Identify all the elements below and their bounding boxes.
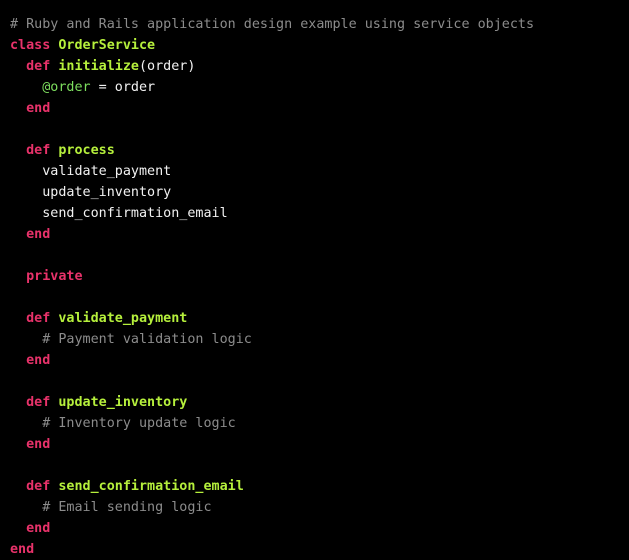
code-keyword: end	[26, 227, 51, 242]
code-line: def send_confirmation_email	[10, 476, 534, 497]
code-keyword: end	[26, 521, 51, 536]
code-identifier: process	[58, 143, 115, 158]
code-keyword: end	[10, 542, 35, 557]
code-keyword: private	[26, 269, 83, 284]
code-line: end	[10, 350, 534, 371]
code-line: # Inventory update logic	[10, 413, 534, 434]
code-text: = order	[90, 80, 156, 95]
code-comment: # Ruby and Rails application design exam…	[10, 17, 535, 32]
code-identifier: validate_payment	[58, 311, 188, 326]
code-line: end	[10, 98, 534, 119]
code-block: # Ruby and Rails application design exam…	[10, 14, 534, 560]
code-text: update_inventory	[10, 185, 172, 200]
code-comment: # Payment validation logic	[42, 332, 252, 347]
code-comment: # Email sending logic	[42, 500, 212, 515]
code-line: update_inventory	[10, 182, 534, 203]
code-keyword: end	[26, 101, 51, 116]
code-line: end	[10, 224, 534, 245]
code-keyword: def	[26, 395, 51, 410]
code-line: def process	[10, 140, 534, 161]
code-line: send_confirmation_email	[10, 203, 534, 224]
code-line: # Ruby and Rails application design exam…	[10, 14, 534, 35]
code-identifier: OrderService	[58, 38, 156, 53]
code-text: (order)	[139, 59, 196, 74]
code-instance-variable: @order	[42, 80, 91, 95]
code-line: @order = order	[10, 77, 534, 98]
code-keyword: def	[26, 479, 51, 494]
code-keyword: def	[26, 311, 51, 326]
code-line: # Payment validation logic	[10, 329, 534, 350]
code-line: private	[10, 266, 534, 287]
code-line: # Email sending logic	[10, 497, 534, 518]
code-line: end	[10, 434, 534, 455]
code-keyword: def	[26, 143, 51, 158]
code-line: class OrderService	[10, 35, 534, 56]
code-text: validate_payment	[10, 164, 172, 179]
code-keyword: end	[26, 353, 51, 368]
code-line: def update_inventory	[10, 392, 534, 413]
code-keyword: end	[26, 437, 51, 452]
code-line: def initialize(order)	[10, 56, 534, 77]
code-line: def validate_payment	[10, 308, 534, 329]
code-keyword: class	[10, 38, 51, 53]
code-line: end	[10, 518, 534, 539]
code-line: end	[10, 539, 534, 560]
code-keyword: def	[26, 59, 51, 74]
code-line: validate_payment	[10, 161, 534, 182]
code-identifier: update_inventory	[58, 395, 188, 410]
code-identifier: initialize	[58, 59, 139, 74]
code-identifier: send_confirmation_email	[58, 479, 244, 494]
code-comment: # Inventory update logic	[42, 416, 236, 431]
code-text: send_confirmation_email	[10, 206, 228, 221]
